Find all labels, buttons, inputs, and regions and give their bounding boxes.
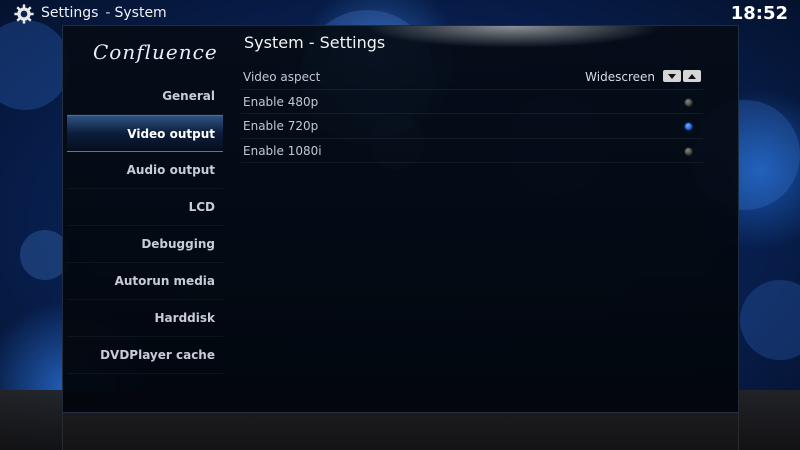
sidebar-item-dvdplayer-cache[interactable]: DVDPlayer cache [67,337,223,374]
setting-label: Enable 1080i [243,143,322,158]
radio-button[interactable] [684,122,693,131]
gear-icon [14,4,34,24]
sidebar-item-lcd[interactable]: LCD [67,189,223,226]
setting-enable-720p[interactable]: Enable 720p [241,114,703,139]
settings-list: Video aspect Widescreen Enable 480p Enab… [241,65,703,163]
sidebar-item-audio-output[interactable]: Audio output [67,152,223,189]
sidebar: General Video output Audio output LCD De… [67,78,223,374]
sidebar-item-harddisk[interactable]: Harddisk [67,300,223,337]
breadcrumb-separator: - [105,5,111,21]
sidebar-item-autorun-media[interactable]: Autorun media [67,263,223,300]
spin-up-button[interactable] [683,70,701,82]
top-bar: Settings - System 18:52 [0,0,800,28]
radio-button[interactable] [684,97,693,107]
settings-panel: Confluence System - Settings General Vid… [62,25,739,413]
setting-label: Enable 720p [243,119,319,133]
sidebar-item-video-output[interactable]: Video output [67,115,223,152]
page-title: System - Settings [244,33,386,52]
setting-video-aspect[interactable]: Video aspect Widescreen [241,65,703,90]
setting-value: Widescreen [585,70,655,84]
setting-label: Video aspect [243,70,321,84]
background-bokeh [740,280,800,360]
sidebar-item-general[interactable]: General [67,78,223,115]
breadcrumb-page: System [114,5,167,21]
arrow-up-icon [688,73,696,79]
setting-enable-1080i[interactable]: Enable 1080i [241,139,703,163]
spin-down-button[interactable] [663,70,681,82]
sidebar-item-debugging[interactable]: Debugging [67,226,223,263]
arrow-down-icon [668,73,676,79]
background-bokeh [0,20,70,110]
setting-enable-480p[interactable]: Enable 480p [241,90,703,114]
breadcrumb-section: Settings [41,5,99,21]
setting-label: Enable 480p [243,94,319,109]
radio-button[interactable] [684,146,693,156]
breadcrumb: Settings - System [41,5,167,21]
clock: 18:52 [730,3,788,24]
panel-glow [363,26,663,48]
bottom-bar [62,413,739,450]
skin-logo: Confluence [93,40,218,64]
